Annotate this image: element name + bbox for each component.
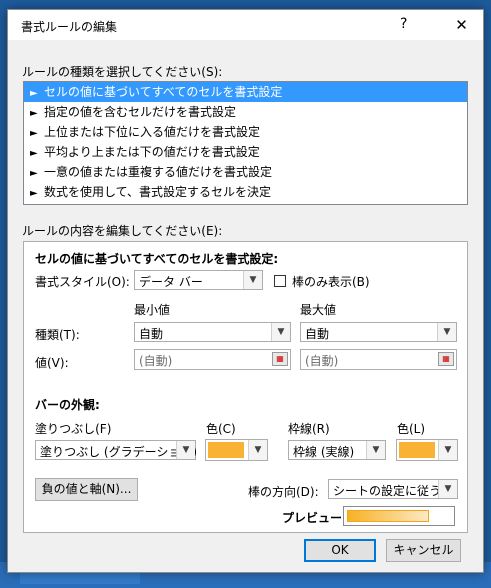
title-bar: 書式ルールの編集 ? ✕ xyxy=(8,10,483,40)
rule-type-item[interactable]: ► セルの値に基づいてすべてのセルを書式設定 xyxy=(24,82,467,102)
border-color-picker[interactable]: ▼ xyxy=(396,439,458,461)
bar-appearance-heading: バーの外観: xyxy=(35,398,100,412)
bar-direction-value: シートの設定に従う xyxy=(333,484,442,498)
chevron-down-icon: ▼ xyxy=(437,323,456,341)
max-type-value: 自動 xyxy=(305,327,330,341)
min-label: 最小値 xyxy=(134,303,171,317)
edit-format-rule-dialog: 書式ルールの編集 ? ✕ ルールの種類を選択してください(S): ► セルの値に基… xyxy=(7,9,484,573)
rule-type-item-label: 数式を使用して、書式設定するセルを決定 xyxy=(44,185,272,199)
rule-description-label: ルールの内容を編集してください(E): xyxy=(22,224,223,238)
rule-type-item[interactable]: ► 平均より上または下の値だけを書式設定 xyxy=(24,142,467,162)
arrow-bullet-icon: ► xyxy=(30,108,38,119)
max-type-select[interactable]: 自動 ▼ xyxy=(300,322,457,342)
fill-color-picker[interactable]: ▼ xyxy=(205,439,268,461)
arrow-bullet-icon: ► xyxy=(30,88,38,99)
rule-type-item-label: 一意の値または重複する値だけを書式設定 xyxy=(44,165,273,179)
bar-only-label: 棒のみ表示(B) xyxy=(292,275,370,289)
type-label: 種類(T): xyxy=(35,328,80,342)
border-label: 枠線(R) xyxy=(288,422,330,436)
rule-type-list[interactable]: ► セルの値に基づいてすべてのセルを書式設定 ► 指定の値を含むセルだけを書式設定 … xyxy=(23,81,468,205)
format-style-select[interactable]: データ バー ▼ xyxy=(134,270,263,290)
fill-color-swatch xyxy=(208,442,244,458)
border-value: 枠線 (実線) xyxy=(293,445,355,459)
rule-heading: セルの値に基づいてすべてのセルを書式設定: xyxy=(35,252,279,266)
chevron-down-icon: ▼ xyxy=(248,440,267,460)
min-value-placeholder: (自動) xyxy=(139,354,173,368)
arrow-bullet-icon: ► xyxy=(30,168,38,179)
max-label: 最大値 xyxy=(300,303,337,317)
border-color-label: 色(L) xyxy=(397,422,426,436)
min-value-input[interactable]: (自動) ▦ xyxy=(134,349,291,370)
bar-direction-label: 棒の方向(D): xyxy=(248,485,319,499)
rule-type-item-label: 指定の値を含むセルだけを書式設定 xyxy=(44,105,237,119)
chevron-down-icon: ▼ xyxy=(438,480,457,498)
rule-type-item[interactable]: ► 上位または下位に入る値だけを書式設定 xyxy=(24,122,467,142)
fill-select[interactable]: 塗りつぶし (グラデーション) ▼ xyxy=(35,440,198,460)
rule-type-label: ルールの種類を選択してください(S): xyxy=(22,65,223,79)
range-picker-icon[interactable]: ▦ xyxy=(272,352,288,366)
bar-direction-select[interactable]: シートの設定に従う ▼ xyxy=(328,479,458,499)
min-type-select[interactable]: 自動 ▼ xyxy=(134,322,291,342)
preview-box xyxy=(343,506,455,526)
rule-type-item-label: セルの値に基づいてすべてのセルを書式設定 xyxy=(44,85,283,99)
rule-type-item[interactable]: ► 数式を使用して、書式設定するセルを決定 xyxy=(24,182,467,202)
arrow-bullet-icon: ► xyxy=(30,148,38,159)
fill-label: 塗りつぶし(F) xyxy=(35,422,112,436)
cancel-button[interactable]: キャンセル xyxy=(386,539,461,562)
arrow-bullet-icon: ► xyxy=(30,188,38,199)
close-button[interactable]: ✕ xyxy=(440,10,483,40)
min-type-value: 自動 xyxy=(139,327,164,341)
chevron-down-icon: ▼ xyxy=(366,441,385,459)
chevron-down-icon: ▼ xyxy=(176,441,195,459)
max-value-input[interactable]: (自動) ▦ xyxy=(300,349,457,370)
range-picker-icon[interactable]: ▦ xyxy=(438,352,454,366)
fill-color-label: 色(C) xyxy=(206,422,236,436)
value-label: 値(V): xyxy=(35,356,69,370)
negative-value-axis-button[interactable]: 負の値と軸(N)... xyxy=(35,478,138,501)
chevron-down-icon: ▼ xyxy=(271,323,290,341)
rule-type-item[interactable]: ► 一意の値または重複する値だけを書式設定 xyxy=(24,162,467,182)
rule-type-item-label: 平均より上または下の値だけを書式設定 xyxy=(44,145,260,159)
max-value-placeholder: (自動) xyxy=(305,354,339,368)
help-button[interactable]: ? xyxy=(400,16,407,32)
rule-type-item-label: 上位または下位に入る値だけを書式設定 xyxy=(44,125,261,139)
preview-data-bar xyxy=(347,510,429,522)
ok-button[interactable]: OK xyxy=(304,539,376,562)
dialog-title: 書式ルールの編集 xyxy=(21,20,118,34)
border-select[interactable]: 枠線 (実線) ▼ xyxy=(288,440,386,460)
bar-only-checkbox[interactable] xyxy=(274,275,286,287)
chevron-down-icon: ▼ xyxy=(243,271,262,289)
arrow-bullet-icon: ► xyxy=(30,128,38,139)
rule-type-item[interactable]: ► 指定の値を含むセルだけを書式設定 xyxy=(24,102,467,122)
format-style-label: 書式スタイル(O): xyxy=(35,275,130,289)
fill-value: 塗りつぶし (グラデーション) xyxy=(40,445,198,459)
border-color-swatch xyxy=(399,442,435,458)
rule-description-box: セルの値に基づいてすべてのセルを書式設定: 書式スタイル(O): データ バー … xyxy=(23,241,468,533)
chevron-down-icon: ▼ xyxy=(438,440,457,460)
preview-label: プレビュー: xyxy=(282,511,347,525)
format-style-value: データ バー xyxy=(139,275,203,289)
